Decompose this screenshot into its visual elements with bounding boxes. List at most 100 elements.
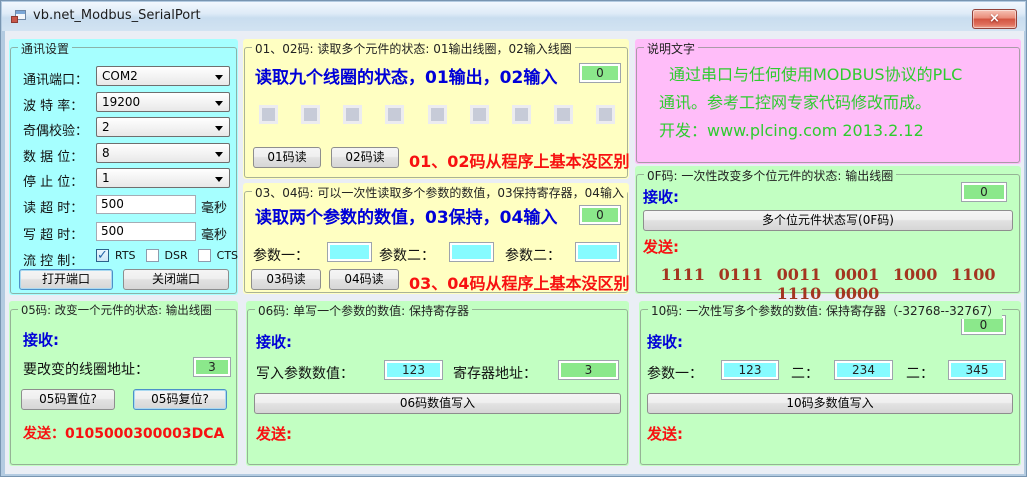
dsr-checkbox[interactable]: [146, 249, 159, 262]
read-04-button[interactable]: 04码读: [329, 269, 399, 290]
fc0102-count-box: 0: [579, 63, 621, 83]
parity-value: 2: [102, 120, 110, 134]
fc05-set-button[interactable]: 05码置位?: [21, 389, 115, 410]
register-address-label: 寄存器地址：: [453, 363, 537, 383]
fc0F-group: 0F码: 一次性改变多个位元件的状态: 输出线圈 接收: 0 多个位元件状态写(…: [635, 166, 1021, 294]
fc06-group: 06码: 单写一个参数的数值: 保持寄存器 接收: 写入参数数值： 123 寄存…: [246, 301, 629, 466]
param2-label: 参数二：: [379, 245, 435, 265]
comm-settings-group: 通讯设置 通讯端口： COM2 波 特 率： 19200 奇偶校验： 2 数 据…: [9, 39, 238, 295]
baud-combobox[interactable]: 19200: [96, 92, 230, 112]
fc0102-headline: 读取九个线圈的状态，01输出，02输入: [255, 63, 557, 88]
databits-combobox[interactable]: 8: [96, 143, 230, 163]
fc10-recv-label: 接收:: [647, 331, 683, 352]
open-port-button[interactable]: 打开端口: [19, 269, 113, 290]
fc0304-headline: 读取两个参数的数值，03保持，04输入: [255, 203, 557, 228]
stopbits-combobox[interactable]: 1: [96, 168, 230, 188]
write-multi-coils-button[interactable]: 多个位元件状态写(0F码): [643, 210, 1013, 231]
databits-value: 8: [102, 146, 110, 160]
coil-indicator[interactable]: [259, 105, 278, 124]
fc05-send-text: 发送：0105000300003DCA: [23, 423, 224, 443]
param3-box: [575, 242, 620, 262]
rts-label: RTS: [115, 249, 136, 262]
parity-label: 奇偶校验：: [23, 120, 88, 139]
param1-box: [327, 242, 372, 262]
rts-checkbox[interactable]: [96, 249, 109, 262]
fc06-recv-label: 接收:: [256, 331, 292, 352]
coil-address-box: 3: [193, 357, 231, 377]
fc10-write-button[interactable]: 10码多数值写入: [647, 393, 1013, 414]
chevron-down-icon: [215, 152, 223, 161]
coil-indicator[interactable]: [385, 105, 404, 124]
coil-indicator[interactable]: [470, 105, 489, 124]
info-line-1: 通过串口与任何使用MODBUS协议的PLC: [669, 61, 1021, 89]
info-line-3: 开发：www.plcing.com 2013.2.12: [659, 117, 1021, 145]
fc10-group-title: 10码: 一次性写多个参数的数值: 保持寄存器（-32768--32767）: [648, 302, 1002, 319]
fc10-param3-box: 345: [948, 360, 1006, 380]
fc05-reset-button[interactable]: 05码复位?: [133, 389, 227, 410]
fc0F-send-label: 发送:: [643, 236, 679, 257]
parity-combobox[interactable]: 2: [96, 117, 230, 137]
register-address-box: 3: [558, 360, 619, 380]
chevron-down-icon: [215, 101, 223, 110]
fc0102-group-title: 01、02码: 读取多个元件的状态: 01输出线圈，02输入线圈: [252, 40, 575, 57]
fc05-group: 05码: 改变一个元件的状态: 输出线圈 接收: 要改变的线圈地址： 3 05码…: [9, 301, 238, 466]
read-01-button[interactable]: 01码读: [253, 147, 321, 168]
title-bar[interactable]: vb.net_Modbus_SerialPort ×: [2, 2, 1025, 31]
coil-indicator[interactable]: [512, 105, 531, 124]
coil-address-label: 要改变的线圈地址：: [23, 359, 149, 379]
info-line-2: 通讯。参考工控网专家代码修改而成。: [659, 89, 1021, 117]
fc0F-recv-label: 接收:: [643, 186, 679, 207]
close-port-button[interactable]: 关闭端口: [123, 269, 229, 290]
read-03-button[interactable]: 03码读: [251, 269, 321, 290]
fc0304-note: 03、04码从程序上基本没区别: [409, 270, 630, 294]
databits-label: 数 据 位：: [23, 146, 83, 165]
dsr-label: DSR: [165, 249, 188, 262]
read-02-button[interactable]: 02码读: [331, 147, 399, 168]
coil-indicator[interactable]: [596, 105, 615, 124]
fc10-send-label: 发送:: [647, 423, 683, 444]
coil-indicator[interactable]: [428, 105, 447, 124]
read-timeout-label: 读 超 时：: [23, 197, 83, 216]
write-value-label: 写入参数数值：: [256, 363, 354, 383]
window-title: vb.net_Modbus_SerialPort: [33, 8, 201, 23]
stopbits-label: 停 止 位：: [23, 171, 83, 190]
app-window: vb.net_Modbus_SerialPort × 通讯设置 通讯端口： CO…: [0, 0, 1027, 477]
fc0304-count-box: 0: [579, 205, 621, 225]
port-combobox[interactable]: COM2: [96, 66, 230, 86]
close-button[interactable]: ×: [972, 9, 1017, 29]
stopbits-value: 1: [102, 171, 110, 185]
fc0F-send-bits: 1111 0111 0011 0001 1000 1100 1110 0000: [635, 265, 1021, 303]
chevron-down-icon: [215, 177, 223, 186]
comm-group-title: 通讯设置: [18, 40, 72, 57]
port-label: 通讯端口：: [23, 69, 88, 88]
cts-label: CTS: [217, 249, 238, 262]
read-timeout-input[interactable]: 500: [96, 195, 196, 214]
coil-indicator[interactable]: [554, 105, 573, 124]
fc0102-group: 01、02码: 读取多个元件的状态: 01输出线圈，02输入线圈 读取九个线圈的…: [243, 39, 629, 179]
app-icon: [11, 10, 26, 23]
fc06-write-button[interactable]: 06码数值写入: [254, 393, 621, 414]
param3-label: 参数二：: [505, 245, 561, 265]
param1-label: 参数一：: [253, 245, 309, 265]
fc10-group: 10码: 一次性写多个参数的数值: 保持寄存器（-32768--32767） 接…: [639, 301, 1021, 466]
port-value: COM2: [102, 69, 138, 83]
baud-label: 波 特 率：: [23, 95, 83, 114]
write-timeout-input[interactable]: 500: [96, 222, 196, 241]
fc10-param3-label: 二：: [906, 363, 934, 383]
write-timeout-unit: 毫秒: [201, 224, 227, 243]
cts-checkbox[interactable]: [198, 249, 211, 262]
read-timeout-unit: 毫秒: [201, 197, 227, 216]
coil-indicator[interactable]: [301, 105, 320, 124]
fc0304-group-title: 03、04码: 可以一次性读取多个参数的数值，03保持寄存器，04输入: [252, 184, 627, 201]
fc05-group-title: 05码: 改变一个元件的状态: 输出线圈: [18, 302, 215, 318]
fc0102-note: 01、02码从程序上基本没区别: [409, 148, 630, 172]
baud-value: 19200: [102, 95, 140, 109]
coil-indicator[interactable]: [343, 105, 362, 124]
info-group: 说明文字 通过串口与任何使用MODBUS协议的PLC 通讯。参考工控网专家代码修…: [635, 39, 1021, 164]
coil-indicator-row: [259, 105, 615, 125]
write-value-box: 123: [384, 360, 443, 380]
fc06-group-title: 06码: 单写一个参数的数值: 保持寄存器: [255, 302, 472, 319]
fc06-send-label: 发送:: [256, 423, 292, 444]
fc0F-group-title: 0F码: 一次性改变多个位元件的状态: 输出线圈: [644, 167, 896, 184]
fc05-recv-label: 接收:: [23, 329, 59, 350]
